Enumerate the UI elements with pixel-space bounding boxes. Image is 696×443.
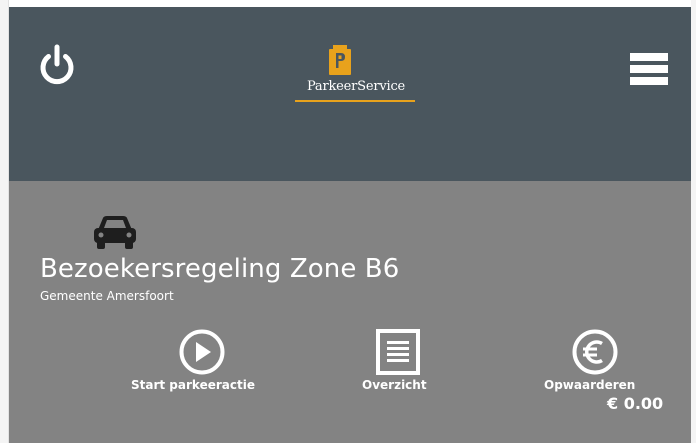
power-icon — [40, 44, 74, 85]
euro-circle-icon — [572, 329, 618, 375]
app-header: ParkeerService — [9, 7, 691, 181]
permit-municipality: Gemeente Amersfoort — [40, 289, 174, 303]
hamburger-bar — [630, 65, 668, 73]
logo-mark-icon — [329, 45, 351, 75]
permit-panel: Bezoekersregeling Zone B6 Gemeente Amers… — [9, 181, 691, 443]
car-icon — [94, 216, 136, 249]
hamburger-bar — [630, 77, 668, 85]
balance-amount: € 0.00 — [607, 394, 664, 413]
start-parking-label: Start parkeeractie — [131, 378, 255, 392]
window-edge-right — [691, 0, 696, 443]
hamburger-menu-icon — [630, 53, 668, 61]
top-up-label: Opwaarderen — [544, 378, 636, 392]
logo-text: ParkeerService — [306, 79, 406, 94]
permit-title: Bezoekersregeling Zone B6 — [40, 254, 400, 284]
app-frame: ParkeerService Bezoekersregeling Zone B6… — [0, 0, 696, 443]
list-document-icon — [376, 329, 420, 375]
menu-button[interactable] — [630, 53, 668, 85]
logo-underline — [295, 100, 415, 102]
overview-label: Overzicht — [362, 378, 427, 392]
play-circle-icon — [179, 329, 225, 375]
power-button[interactable] — [38, 43, 76, 87]
parkeerservice-logo: ParkeerService — [293, 45, 419, 107]
window-edge-left — [0, 0, 9, 443]
